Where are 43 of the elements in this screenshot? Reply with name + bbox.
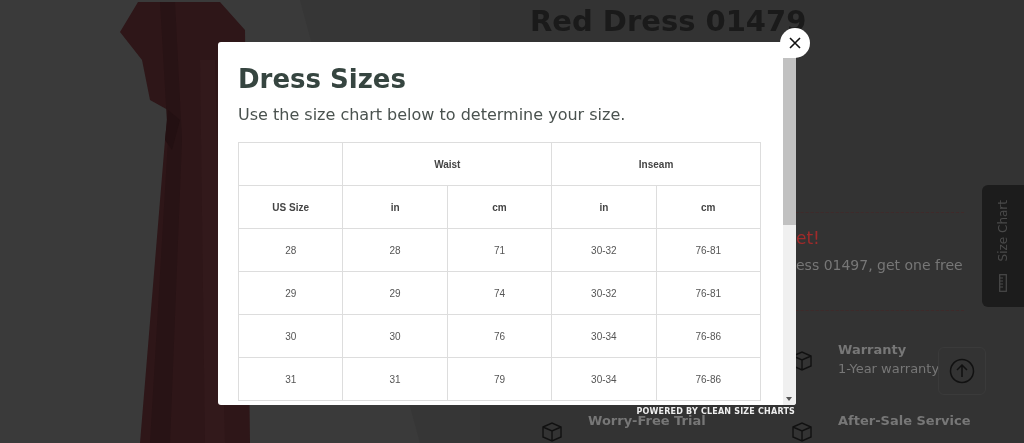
column-header: in <box>551 185 657 229</box>
column-group-header: Waist <box>342 142 552 186</box>
column-header: US Size <box>238 185 343 229</box>
table-cell: 74 <box>447 271 552 315</box>
package-icon <box>540 420 564 443</box>
table-cell: 30-34 <box>551 314 657 358</box>
table-cell: 30 <box>342 314 448 358</box>
column-group-header: Inseam <box>551 142 761 186</box>
table-cell: 29 <box>238 271 343 315</box>
promo-heading: et! <box>796 227 820 249</box>
column-header: cm <box>656 185 761 229</box>
table-cell: 30-34 <box>551 357 657 401</box>
dialog-title: Dress Sizes <box>238 63 407 96</box>
table-cell: 30-32 <box>551 271 657 315</box>
table-cell: 30 <box>238 314 343 358</box>
table-cell: 30-32 <box>551 228 657 272</box>
table-cell: 31 <box>238 357 343 401</box>
arrow-up-icon <box>949 358 975 384</box>
table-cell: 28 <box>238 228 343 272</box>
table-cell: 79 <box>447 357 552 401</box>
feature-title: Warranty <box>838 341 908 359</box>
table-cell: 31 <box>342 357 448 401</box>
ruler-icon <box>999 273 1007 292</box>
table-cell: 29 <box>342 271 448 315</box>
column-header: cm <box>447 185 552 229</box>
feature-title: Worry-Free Trial <box>588 413 706 430</box>
promo-text: ess 01497, get one free <box>796 257 963 273</box>
scroll-up-button[interactable] <box>938 347 986 395</box>
column-header: in <box>342 185 448 229</box>
table-cell: 76-86 <box>656 314 761 358</box>
package-icon <box>790 420 814 443</box>
table-cell: 76-86 <box>656 357 761 401</box>
table-cell: 28 <box>342 228 448 272</box>
feature-subtitle: 1-Year warranty <box>838 361 940 376</box>
table-cell: 76-81 <box>656 228 761 272</box>
table-cell: 76 <box>447 314 552 358</box>
powered-by-text: POWERED BY CLEAN SIZE CHARTS <box>636 407 795 416</box>
close-icon <box>789 37 801 49</box>
table-cell: 71 <box>447 228 552 272</box>
feature-title: After-Sale Service <box>838 412 971 430</box>
scrollbar[interactable] <box>783 58 796 405</box>
dialog-subtitle: Use the size chart below to determine your size. <box>238 104 627 126</box>
table-cell: 76-81 <box>656 271 761 315</box>
